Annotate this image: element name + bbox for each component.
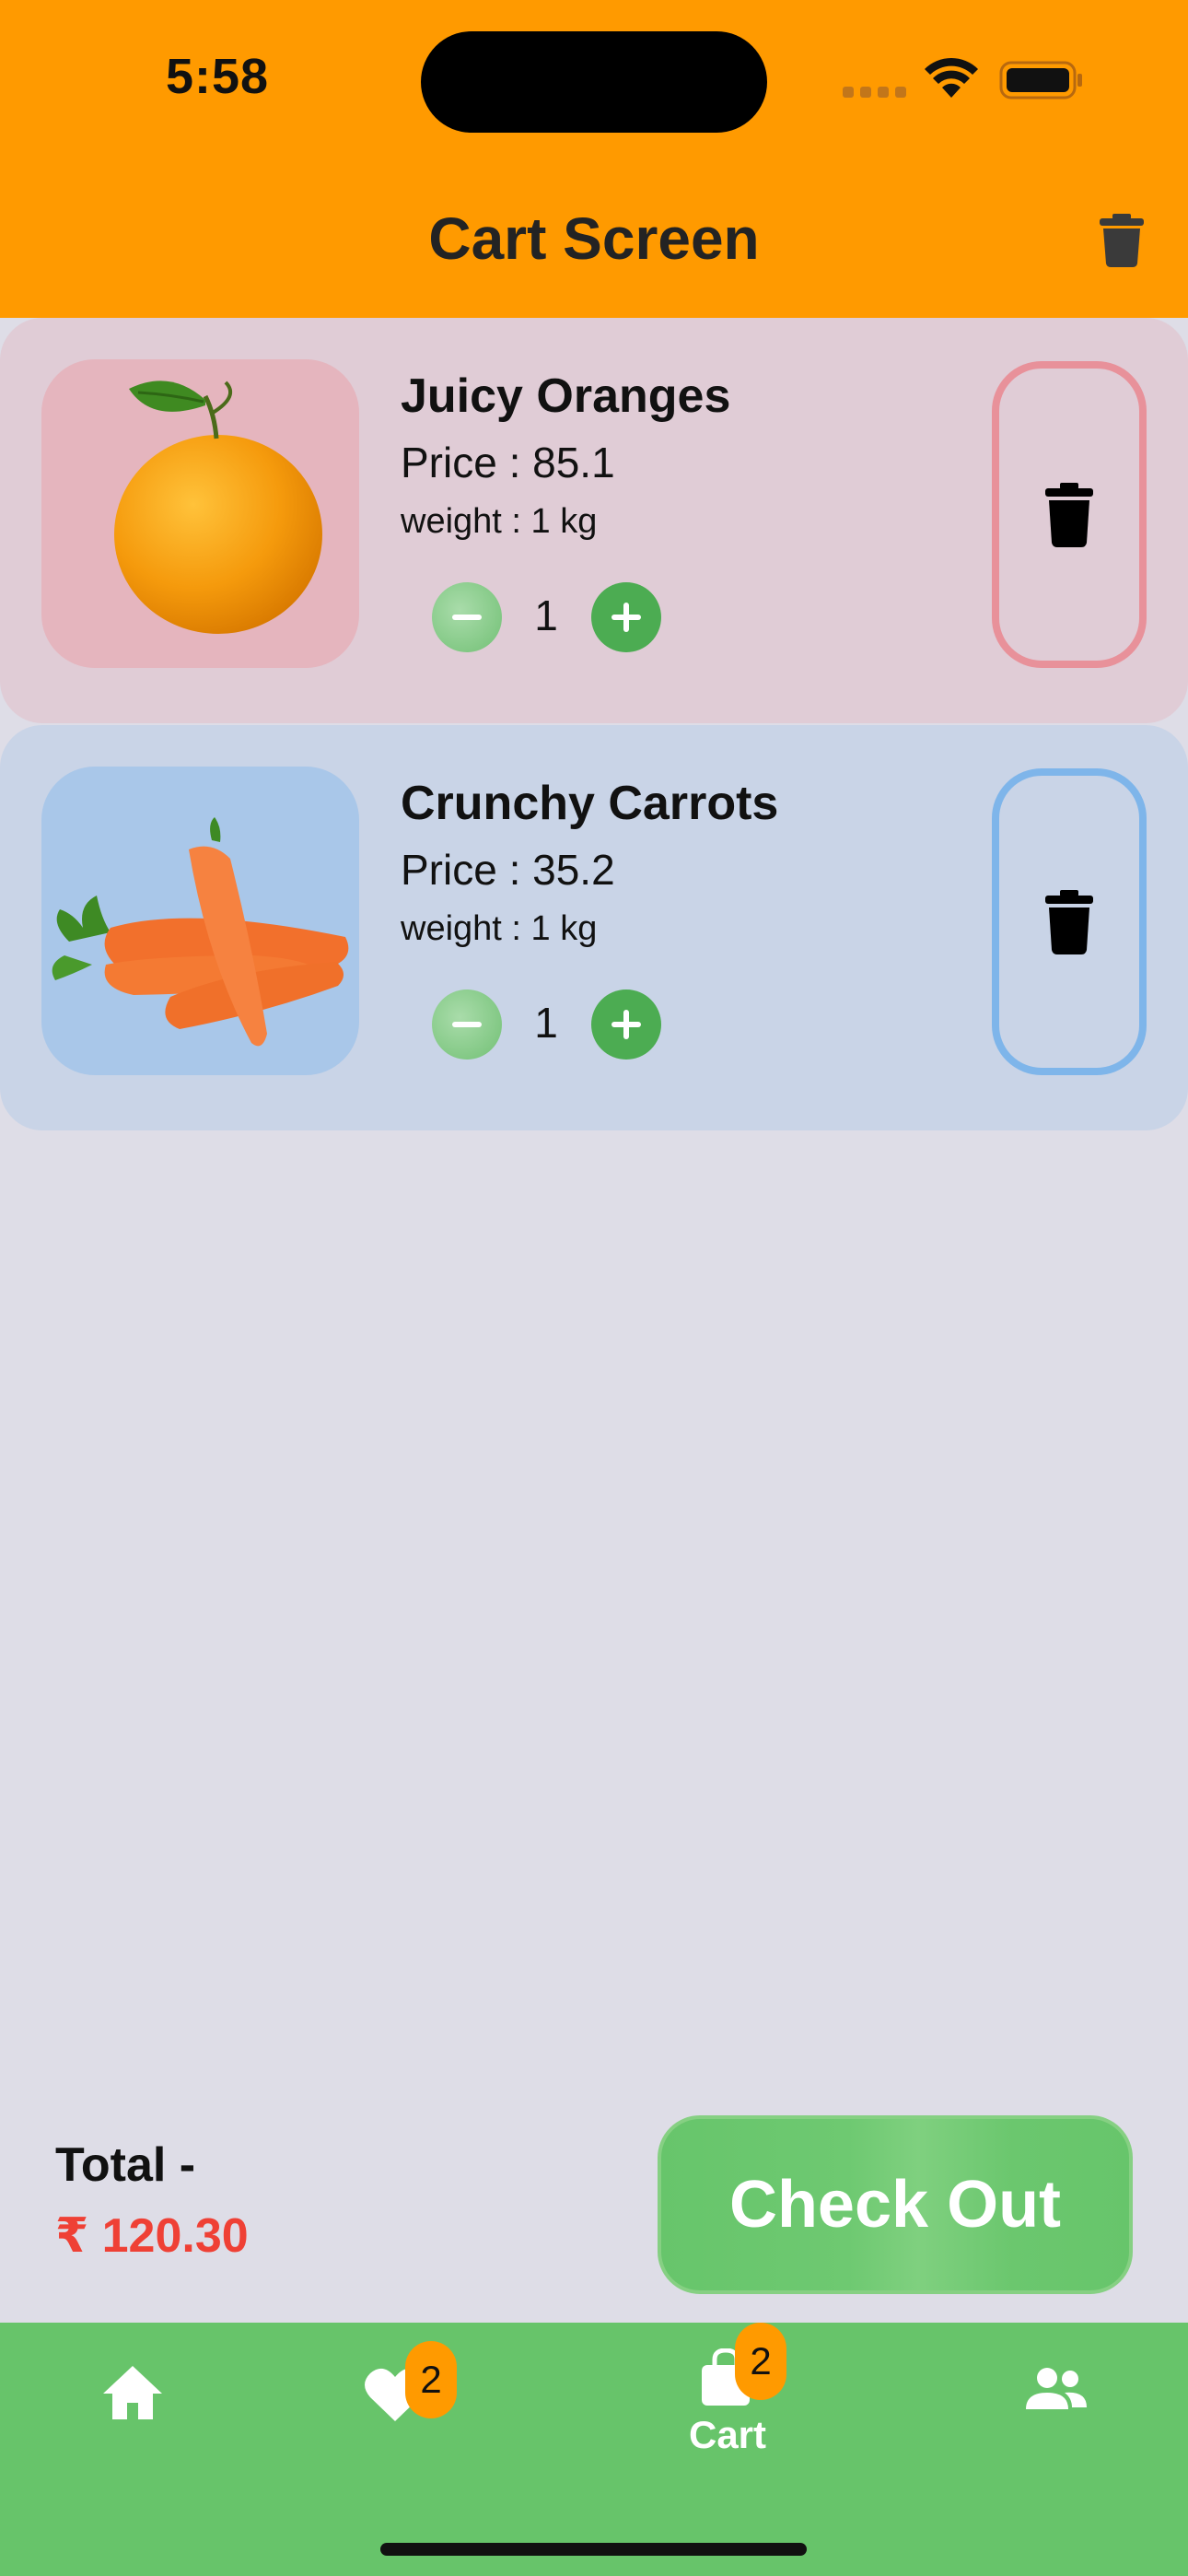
home-icon[interactable] [101,2364,164,2421]
item-price: Price : 35.2 [401,846,615,894]
increase-quantity-button[interactable] [591,582,661,652]
total-label: Total - [55,2138,196,2192]
item-price: Price : 85.1 [401,439,615,486]
favorites-count-badge: 2 [405,2341,457,2418]
status-time: 5:58 [166,49,270,104]
quantity-value: 1 [534,999,558,1047]
total-value: ₹ 120.30 [55,2209,249,2263]
nav-cart-label[interactable]: Cart [663,2413,792,2457]
plus-icon [611,603,641,632]
checkout-button[interactable]: Check Out [658,2115,1133,2294]
trash-icon [1045,482,1093,547]
plus-icon [611,1010,641,1039]
remove-item-button[interactable] [992,361,1147,668]
cart-item-card: Crunchy Carrots Price : 35.2 weight : 1 … [0,725,1188,1130]
signal-icon [843,87,907,98]
dynamic-island [421,31,767,133]
quantity-value: 1 [534,591,558,639]
bottom-navigation: 2 2 Cart [0,2323,1188,2576]
minus-icon [452,1022,482,1027]
increase-quantity-button[interactable] [591,989,661,1060]
battery-icon [999,61,1082,100]
page-title: Cart Screen [428,205,760,272]
remove-item-button[interactable] [992,768,1147,1075]
people-icon[interactable] [1024,2367,1089,2411]
trash-icon[interactable] [1100,214,1144,267]
wifi-icon [925,57,978,98]
app-bar: 5:58 Cart Screen [0,0,1188,318]
home-indicator [380,2543,807,2556]
decrease-quantity-button[interactable] [432,582,502,652]
orange-image [41,359,359,668]
item-weight: weight : 1 kg [401,502,598,541]
cart-count-badge: 2 [735,2323,786,2400]
cart-item-card: Juicy Oranges Price : 85.1 weight : 1 kg… [0,318,1188,723]
item-name: Crunchy Carrots [401,777,779,830]
minus-icon [452,615,482,620]
item-name: Juicy Oranges [401,369,731,423]
decrease-quantity-button[interactable] [432,989,502,1060]
item-weight: weight : 1 kg [401,909,598,948]
trash-icon [1045,889,1093,954]
carrots-image [41,767,359,1075]
